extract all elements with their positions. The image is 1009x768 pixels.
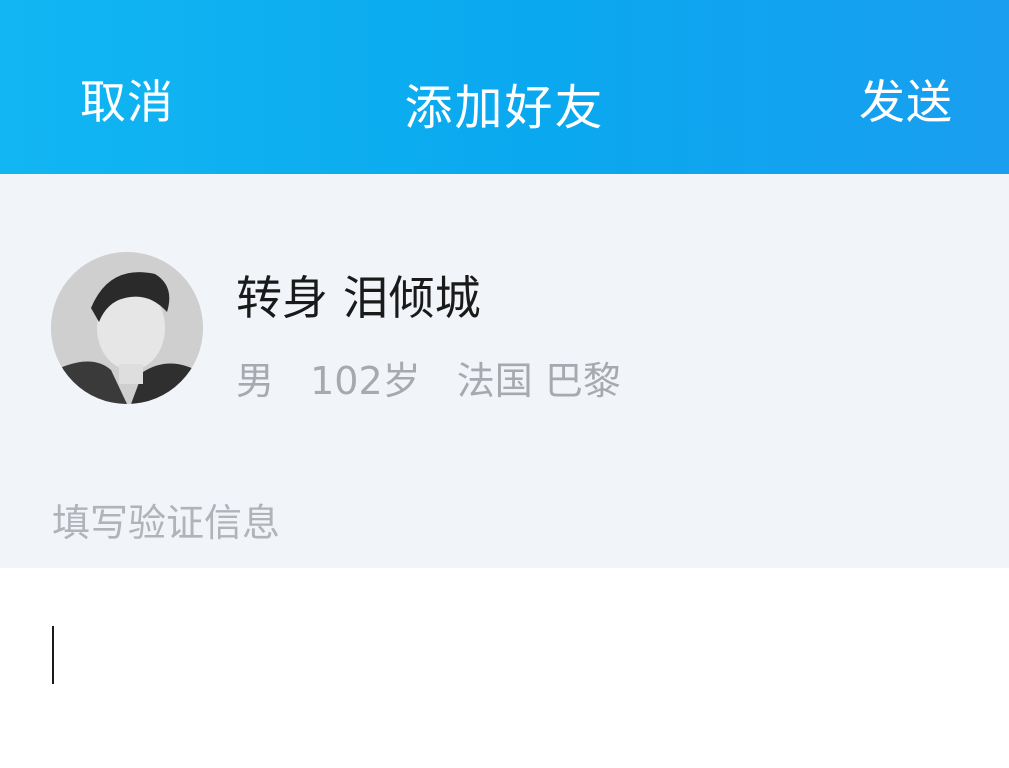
verification-panel bbox=[0, 568, 1009, 768]
profile-name: 转身 泪倾城 bbox=[236, 271, 481, 325]
text-cursor bbox=[52, 626, 54, 684]
top-bar: 取消 添加好友 发送 bbox=[0, 0, 1009, 174]
avatar-photo bbox=[51, 252, 203, 404]
verification-label: 填写验证信息 bbox=[52, 501, 281, 545]
verification-input[interactable] bbox=[52, 622, 952, 686]
profile-meta: 男 102岁 法国 巴黎 bbox=[236, 350, 645, 405]
send-button[interactable]: 发送 bbox=[859, 66, 953, 132]
profile-age: 102岁 bbox=[310, 359, 421, 403]
page-title: 添加好友 bbox=[404, 80, 605, 136]
profile-location: 法国 巴黎 bbox=[456, 359, 621, 403]
avatar[interactable] bbox=[51, 252, 203, 404]
profile-gender: 男 bbox=[236, 359, 275, 403]
